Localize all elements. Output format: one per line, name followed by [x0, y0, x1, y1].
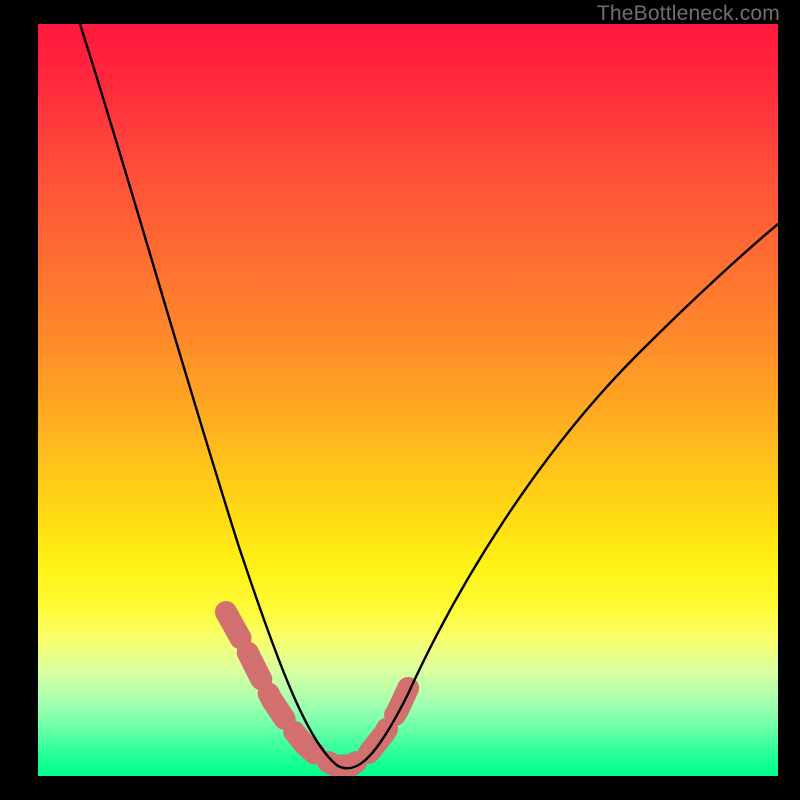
chart-frame: TheBottleneck.com: [0, 0, 800, 800]
bottleneck-curve-svg: [38, 24, 778, 776]
highlight-band: [226, 612, 410, 766]
watermark-text: TheBottleneck.com: [597, 2, 780, 26]
bottleneck-curve: [80, 24, 778, 768]
plot-area: [38, 24, 778, 776]
